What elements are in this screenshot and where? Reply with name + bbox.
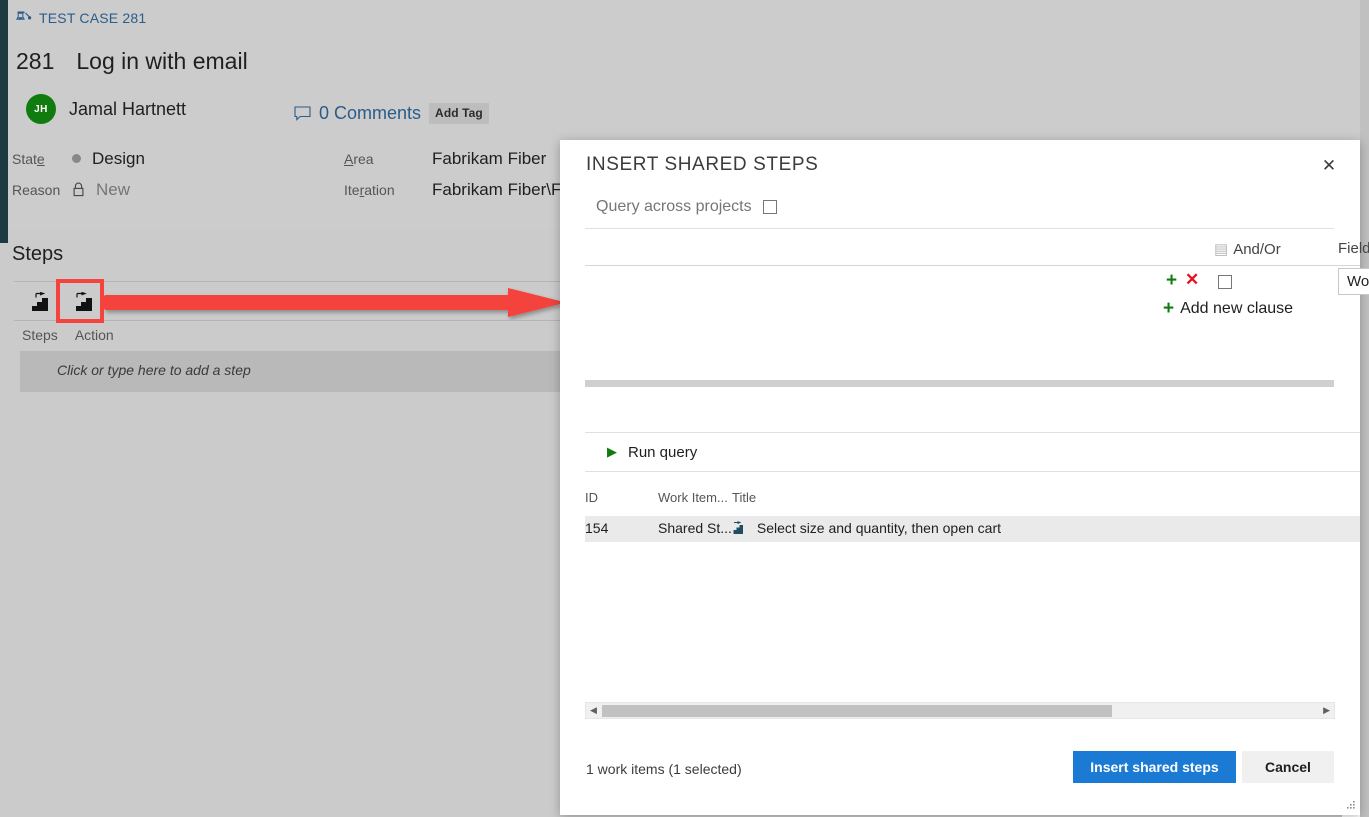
field-value-reason: New: [72, 180, 130, 200]
results-count-label: 1 work items (1 selected): [586, 761, 742, 777]
query-across-projects-checkbox[interactable]: [762, 200, 777, 214]
comments-link[interactable]: 0 Comments: [319, 103, 421, 124]
field-select-value: Work Item Type: [1347, 273, 1369, 290]
column-header-and-or: ▤ And/Or: [1214, 241, 1281, 258]
add-tag-button[interactable]: Add Tag: [429, 103, 489, 124]
plus-icon: +: [1163, 298, 1175, 319]
screen: TEST CASE 281 281 Log in with email JH J…: [0, 0, 1369, 817]
breadcrumb[interactable]: TEST CASE 281: [16, 10, 146, 26]
field-label-iteration: Iteration: [344, 181, 395, 198]
insert-step-icon: [29, 292, 51, 312]
dialog-title: INSERT SHARED STEPS: [586, 154, 819, 175]
header-work-item-type: Work Item...: [658, 490, 728, 505]
play-icon: ▶: [607, 444, 617, 459]
clause-checkbox[interactable]: [1218, 275, 1232, 289]
steps-heading: Steps: [12, 243, 64, 265]
insert-shared-steps-confirm-button[interactable]: Insert shared steps: [1073, 751, 1236, 783]
cell-title-text: Select size and quantity, then open cart: [756, 520, 1002, 536]
field-value-iteration: Fabrikam Fiber\F: [432, 179, 562, 199]
cancel-button[interactable]: Cancel: [1242, 751, 1334, 783]
field-value-area: Fabrikam Fiber: [432, 148, 547, 168]
state-dot-icon: [72, 154, 81, 163]
results-horizontal-scrollbar[interactable]: ◀ ▶: [585, 702, 1335, 719]
field-label-area: Area: [344, 150, 374, 167]
field-value-state: Design: [72, 149, 145, 169]
divider: [585, 228, 1334, 229]
query-across-projects-row[interactable]: Query across projects: [596, 198, 777, 216]
page-title: 281 Log in with email: [16, 48, 248, 75]
query-across-projects-label: Query across projects: [596, 198, 752, 215]
results-table-header: ID Work Item... Title Priority Assigned …: [585, 490, 1360, 512]
header-title: Title: [732, 490, 757, 505]
scrollbar-thumb[interactable]: [602, 705, 1112, 717]
query-builder-scrollbar[interactable]: [585, 380, 1334, 387]
cell-id: 154: [585, 520, 609, 536]
header-id: ID: [585, 490, 598, 505]
add-new-clause-label: Add new clause: [1180, 300, 1294, 317]
steps-column-labels: Steps Action: [14, 327, 114, 343]
column-label-action: Action: [74, 327, 114, 343]
field-label-reason: Reason: [12, 181, 61, 198]
work-item-title: Log in with email: [76, 48, 248, 74]
delete-x-icon[interactable]: ✕: [1185, 270, 1199, 290]
test-case-icon: [16, 10, 32, 26]
cell-title: Select size and quantity, then open cart: [732, 520, 1001, 536]
annotation-arrow: [104, 288, 566, 317]
work-item-accent-bar: [0, 0, 8, 243]
column-header-field: Field*: [1338, 240, 1369, 257]
steps-grid-placeholder: Click or type here to add a step: [57, 362, 251, 378]
run-query-row[interactable]: ▶ Run query: [585, 432, 1360, 472]
group-icon: ▤: [1214, 241, 1229, 258]
cell-work-item-type: Shared St...: [658, 520, 732, 536]
query-clause-row: + ✕ Work Item Type ⌄ In Group: [585, 268, 1369, 298]
table-row[interactable]: 154 Shared St... Select size and quantit…: [585, 516, 1360, 542]
add-new-clause-button[interactable]: + Add new clause: [1163, 298, 1293, 320]
comments-area[interactable]: 0 Comments Add Tag: [294, 103, 489, 124]
close-icon[interactable]: ✕: [1314, 152, 1344, 180]
resize-grip-icon[interactable]: [1344, 800, 1356, 812]
avatar: JH: [26, 94, 56, 124]
query-builder-header: ▤And/Or Field* Operator: [585, 236, 1369, 266]
work-item-id: 281: [16, 48, 55, 74]
annotation-highlight-box: [56, 279, 104, 323]
assignee-row[interactable]: JH Jamal Hartnett: [26, 94, 186, 124]
field-select[interactable]: Work Item Type ⌄: [1338, 268, 1369, 295]
scroll-right-icon[interactable]: ▶: [1323, 705, 1330, 716]
right-scroll-gutter: [1360, 0, 1369, 817]
scroll-left-icon[interactable]: ◀: [590, 705, 597, 716]
assignee-name: Jamal Hartnett: [69, 98, 187, 119]
insert-shared-steps-dialog: INSERT SHARED STEPS ✕ Query across proje…: [560, 140, 1369, 815]
plus-icon[interactable]: +: [1166, 270, 1177, 292]
column-label-steps: Steps: [22, 327, 58, 343]
shared-steps-icon: [732, 520, 757, 536]
dialog-footer: 1 work items (1 selected) Insert shared …: [560, 737, 1360, 815]
field-label-state: State: [12, 150, 45, 167]
breadcrumb-label: TEST CASE 281: [39, 10, 147, 26]
comment-bubble-icon: [294, 106, 311, 121]
lock-icon: [72, 182, 85, 197]
run-query-label: Run query: [628, 443, 698, 461]
